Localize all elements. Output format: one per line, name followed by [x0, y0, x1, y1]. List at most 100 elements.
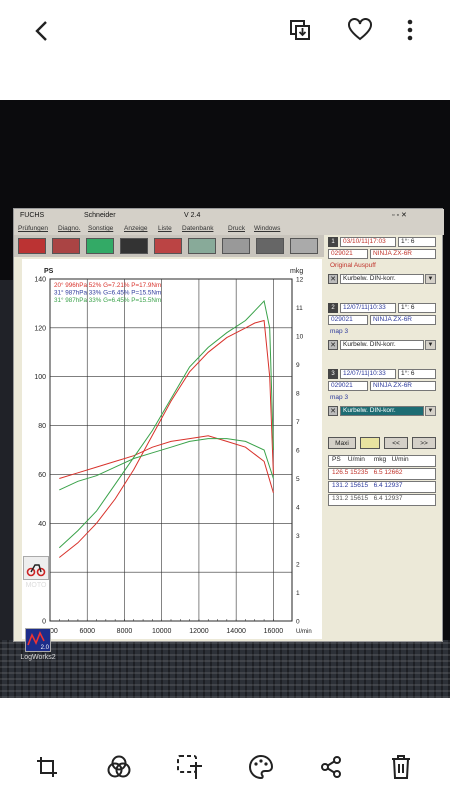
tool-person-icon[interactable]	[256, 238, 284, 254]
close-icon[interactable]: ✕	[328, 274, 338, 284]
run-panel: 1 03/10/11|17:03 1°: 6 029021 NINJA ZX-6R Ori…	[328, 237, 440, 617]
logworks-badge: 2.0	[40, 645, 49, 651]
chevron-down-icon[interactable]: ▼	[425, 406, 436, 416]
palette-icon[interactable]	[246, 752, 276, 782]
chevron-down-icon[interactable]: ▼	[425, 274, 436, 284]
chevron-down-icon[interactable]: ▼	[425, 340, 436, 350]
tool-graph-red2-icon[interactable]	[52, 238, 80, 254]
close-icon[interactable]: ✕	[328, 340, 338, 350]
maxi-button[interactable]: Maxi	[328, 437, 356, 449]
tool-graph-dark-icon[interactable]	[120, 238, 148, 254]
next-button[interactable]: >>	[412, 437, 436, 449]
tool-graph-green-icon[interactable]	[86, 238, 114, 254]
more-vertical-icon[interactable]	[400, 16, 420, 44]
legend-entry: 31° 987hPa 33% G=6.45% P=15.5Nm	[54, 296, 161, 304]
x-tick-label: 16000	[264, 628, 284, 635]
run-note: map 3	[330, 394, 349, 401]
y2-tick-label: 9	[296, 362, 300, 369]
y-tick-label: 60	[38, 472, 46, 479]
menu-item-windows[interactable]: Windows	[254, 225, 280, 232]
close-icon[interactable]: ✕	[328, 406, 338, 416]
logworks-app-icon: 2.0	[25, 628, 51, 652]
filter-icon[interactable]	[104, 752, 134, 782]
results-table-row: 126.5 15235 6.5 12662	[328, 468, 436, 480]
app-toolbar	[14, 235, 324, 257]
x-tick-label: 14000	[226, 628, 246, 635]
desktop-icon-moto[interactable]: MOTO	[16, 556, 56, 589]
desktop-background	[0, 640, 450, 698]
run-bike: NINJA ZX-6R	[370, 381, 436, 391]
tool-graph-red3-icon[interactable]	[154, 238, 182, 254]
y2-tick-label: 8	[296, 391, 300, 398]
bottom-toolbar	[0, 700, 450, 800]
legend-entry: 20° 996hPa 52% G=7.21% P=17.9Nm	[54, 281, 161, 289]
desktop-icon-logworks[interactable]: 2.0 LogWorks2	[18, 628, 58, 661]
y-tick-label: 0	[42, 619, 46, 626]
run-id: 029021	[328, 381, 368, 391]
tool-curve-icon[interactable]	[188, 238, 216, 254]
run-correction-select[interactable]: Kurbelw. DIN-korr.	[340, 340, 424, 350]
run-date: 03/10/11|17:03	[340, 237, 396, 247]
text-icon[interactable]	[174, 752, 206, 782]
dyno-chart-svg: 4000600080001000012000140001600002040608…	[34, 268, 311, 635]
run-gear: 1°: 6	[398, 303, 436, 313]
app-window: FUCHS Schneider V 2.4 ▫▫✕ Prüfungen Diag…	[13, 208, 444, 642]
chevron-left-icon[interactable]	[28, 18, 54, 44]
menu-item-datenbank[interactable]: Datenbank	[182, 225, 213, 232]
share-icon[interactable]	[316, 752, 346, 782]
y-tick-label: 80	[38, 423, 46, 430]
window-controls[interactable]: ▫▫✕	[392, 211, 409, 219]
x-tick-label: 6000	[79, 628, 95, 635]
y2-tick-label: 12	[296, 277, 304, 284]
plot-area	[49, 278, 293, 622]
menu-item-pruefungen[interactable]: Prüfungen	[18, 225, 48, 232]
y2-tick-label: 0	[296, 619, 300, 626]
run-bike: NINJA ZX-6R	[370, 249, 436, 259]
run-correction-select[interactable]: Kurbelw. DIN-korr.	[340, 274, 424, 284]
run-gear: 1°: 6	[398, 237, 436, 247]
results-table-row: 131.2 15615 6.4 12937	[328, 494, 436, 506]
photo: FUCHS Schneider V 2.4 ▫▫✕ Prüfungen Diag…	[0, 100, 450, 698]
run-id: 029021	[328, 249, 368, 259]
y-axis-label: PS	[44, 268, 54, 275]
tool-wave-icon[interactable]	[222, 238, 250, 254]
y-tick-label: 120	[34, 325, 46, 332]
tool-print-icon[interactable]	[290, 238, 318, 254]
menu-item-liste[interactable]: Liste	[158, 225, 172, 232]
menu-item-druck[interactable]: Druck	[228, 225, 245, 232]
y2-tick-label: 10	[296, 334, 304, 341]
results-table-header: PS U/min mkg U/min	[328, 455, 436, 467]
y2-tick-label: 5	[296, 476, 300, 483]
run-date: 12/07/11|10:33	[340, 369, 396, 379]
run-number: 3	[328, 369, 338, 379]
top-toolbar	[0, 0, 450, 100]
menu-item-diagno[interactable]: Diagno.	[58, 225, 80, 232]
dyno-chart: 4000600080001000012000140001600002040608…	[22, 259, 322, 639]
heart-icon[interactable]	[346, 16, 374, 44]
y-tick-label: 100	[34, 374, 46, 381]
y2-tick-label: 2	[296, 562, 300, 569]
tool-graph-red-icon[interactable]	[18, 238, 46, 254]
crop-icon[interactable]	[32, 752, 62, 782]
y-tick-label: 140	[34, 277, 46, 284]
save-to-device-icon[interactable]	[286, 16, 314, 44]
x-tick-label: 8000	[117, 628, 133, 635]
folder-icon[interactable]	[360, 437, 380, 449]
window-title-mid: Schneider	[84, 212, 116, 219]
x-tick-label: 10000	[152, 628, 172, 635]
y2-axis-label: mkg	[290, 268, 303, 275]
desktop-icon-label: MOTO	[25, 582, 47, 589]
run-number: 2	[328, 303, 338, 313]
run-correction-select[interactable]: Kurbelw. DIN-korr.	[340, 406, 424, 416]
trash-icon[interactable]	[386, 752, 416, 782]
menu-item-anzeige[interactable]: Anzeige	[124, 225, 148, 232]
run-gear: 1°: 6	[398, 369, 436, 379]
y2-tick-label: 7	[296, 419, 300, 426]
window-title-left: FUCHS	[20, 212, 45, 219]
menu-bar: Prüfungen Diagno. Sonstige Anzeige Liste…	[14, 223, 444, 235]
y2-tick-label: 4	[296, 505, 300, 512]
menu-item-sonstige[interactable]: Sonstige	[88, 225, 113, 232]
y2-tick-label: 11	[296, 305, 303, 312]
y2-tick-label: 1	[296, 590, 300, 597]
prev-button[interactable]: <<	[384, 437, 408, 449]
